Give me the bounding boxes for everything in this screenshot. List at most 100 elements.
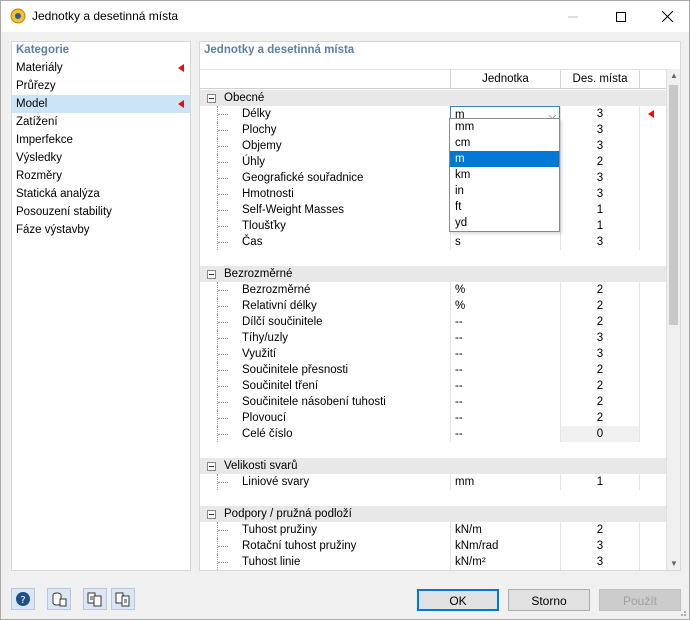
ok-button[interactable]: OK: [417, 589, 499, 611]
table-row[interactable]: Součinitele přesnosti -- 2: [200, 362, 666, 378]
decimals-cell[interactable]: 3: [560, 234, 640, 250]
decimals-cell[interactable]: 2: [560, 410, 640, 426]
decimals-cell[interactable]: 3: [560, 170, 640, 186]
table-row[interactable]: Plovoucí -- 2: [200, 410, 666, 426]
group-header[interactable]: Podpory / pružná podloží: [200, 506, 666, 522]
dropdown-option[interactable]: ft: [450, 199, 559, 215]
sidebar-item-7[interactable]: Statická analýza: [12, 185, 190, 203]
group-header[interactable]: Velikosti svarů: [200, 458, 666, 474]
table-row[interactable]: Délky m ⌵ 3: [200, 106, 666, 122]
dropdown-option[interactable]: km: [450, 167, 559, 183]
table-row[interactable]: Čas s 3: [200, 234, 666, 250]
unit-cell[interactable]: --: [450, 378, 560, 394]
dropdown-option[interactable]: yd: [450, 215, 559, 231]
table-row[interactable]: Self-Weight Masseskg1: [200, 202, 666, 218]
unit-cell[interactable]: --: [450, 426, 560, 442]
table-row[interactable]: Součinitele násobení tuhosti -- 2: [200, 394, 666, 410]
table-row[interactable]: Objemym33: [200, 138, 666, 154]
unit-cell[interactable]: kN/m²: [450, 554, 560, 570]
help-button[interactable]: ?: [11, 588, 35, 610]
unit-cell[interactable]: --: [450, 330, 560, 346]
table-row[interactable]: Relativní délky% 2: [200, 298, 666, 314]
scroll-down-icon[interactable]: ▼: [670, 559, 678, 568]
sidebar-item-6[interactable]: Rozměry: [12, 167, 190, 185]
table-row[interactable]: Plochym23: [200, 122, 666, 138]
unit-cell[interactable]: %: [450, 298, 560, 314]
table-row[interactable]: Tuhost linie kN/m² 3: [200, 554, 666, 570]
decimals-cell[interactable]: 3: [560, 106, 640, 122]
decimals-cell[interactable]: 3: [560, 330, 640, 346]
unit-cell[interactable]: --: [450, 362, 560, 378]
decimals-cell[interactable]: 3: [560, 554, 640, 570]
unit-cell[interactable]: mm: [450, 474, 560, 490]
decimals-cell[interactable]: 2: [560, 154, 640, 170]
export-button[interactable]: [111, 588, 135, 610]
table-row[interactable]: Tuhost pružiny kN/m 2: [200, 522, 666, 538]
collapse-icon[interactable]: [207, 462, 216, 471]
table-row[interactable]: Součinitel tření -- 2: [200, 378, 666, 394]
unit-cell[interactable]: kNm/rad: [450, 538, 560, 554]
decimals-cell[interactable]: 3: [560, 538, 640, 554]
table-row[interactable]: Tíhy/uzly -- 3: [200, 330, 666, 346]
unit-cell[interactable]: s: [450, 234, 560, 250]
decimals-cell[interactable]: 2: [560, 394, 640, 410]
table-row[interactable]: Hmotnostikg3: [200, 186, 666, 202]
unit-cell[interactable]: --: [450, 314, 560, 330]
collapse-icon[interactable]: [207, 510, 216, 519]
decimals-cell[interactable]: 0: [560, 426, 640, 442]
decimals-cell[interactable]: 3: [560, 186, 640, 202]
decimals-cell[interactable]: 1: [560, 218, 640, 234]
unit-cell[interactable]: %: [450, 282, 560, 298]
collapse-icon[interactable]: [207, 270, 216, 279]
collapse-icon[interactable]: [207, 94, 216, 103]
unit-cell[interactable]: kN/m: [450, 522, 560, 538]
group-header[interactable]: Obecné: [200, 90, 666, 106]
table-row[interactable]: Tloušťkymm1: [200, 218, 666, 234]
decimals-cell[interactable]: 1: [560, 202, 640, 218]
unit-cell[interactable]: --: [450, 394, 560, 410]
minimize-button[interactable]: [550, 1, 596, 32]
close-button[interactable]: [644, 1, 690, 32]
sidebar-item-9[interactable]: Fáze výstavby: [12, 221, 190, 239]
table-row[interactable]: Liniové svary mm 1: [200, 474, 666, 490]
table-row[interactable]: Rotační tuhost pružiny kNm/rad 3: [200, 538, 666, 554]
decimals-cell[interactable]: 3: [560, 346, 640, 362]
sidebar-item-4[interactable]: Imperfekce: [12, 131, 190, 149]
table-row[interactable]: Využití -- 3: [200, 346, 666, 362]
dropdown-option[interactable]: m: [450, 151, 559, 167]
sidebar-item-2[interactable]: Model: [12, 95, 190, 113]
decimals-cell[interactable]: 1: [560, 474, 640, 490]
scroll-up-icon[interactable]: ▲: [670, 71, 678, 80]
maximize-button[interactable]: [598, 1, 644, 32]
dropdown-option[interactable]: mm: [450, 119, 559, 135]
sidebar-item-0[interactable]: Materiály: [12, 59, 190, 77]
decimals-cell[interactable]: 2: [560, 298, 640, 314]
table-row[interactable]: Úhlydeg2: [200, 154, 666, 170]
cancel-button[interactable]: Storno: [508, 589, 590, 611]
sidebar-item-5[interactable]: Výsledky: [12, 149, 190, 167]
decimals-cell[interactable]: 2: [560, 378, 640, 394]
dropdown-option[interactable]: in: [450, 183, 559, 199]
decimals-cell[interactable]: 3: [560, 122, 640, 138]
apply-button[interactable]: Použít: [599, 589, 681, 611]
decimals-cell[interactable]: 2: [560, 362, 640, 378]
decimals-cell[interactable]: 3: [560, 138, 640, 154]
unit-cell[interactable]: --: [450, 410, 560, 426]
unit-cell[interactable]: --: [450, 346, 560, 362]
scroll-thumb[interactable]: [669, 85, 678, 325]
sidebar-item-3[interactable]: Zatížení: [12, 113, 190, 131]
database-button[interactable]: [47, 588, 71, 610]
dropdown-option[interactable]: cm: [450, 135, 559, 151]
table-row[interactable]: Bezrozměrné% 2: [200, 282, 666, 298]
sidebar-item-8[interactable]: Posouzení stability: [12, 203, 190, 221]
table-row[interactable]: Dílčí součinitele -- 2: [200, 314, 666, 330]
unit-dropdown-list[interactable]: mm cm m km in ft yd: [449, 118, 560, 232]
vertical-scrollbar[interactable]: ▲ ▼: [666, 69, 680, 570]
table-row[interactable]: Celé číslo -- 0: [200, 426, 666, 442]
group-header[interactable]: Bezrozměrné: [200, 266, 666, 282]
decimals-cell[interactable]: 2: [560, 282, 640, 298]
resize-grip-icon[interactable]: [677, 607, 687, 617]
table-row[interactable]: Geografické souřadnicedeg3: [200, 170, 666, 186]
decimals-cell[interactable]: 2: [560, 522, 640, 538]
sidebar-item-1[interactable]: Průřezy: [12, 77, 190, 95]
